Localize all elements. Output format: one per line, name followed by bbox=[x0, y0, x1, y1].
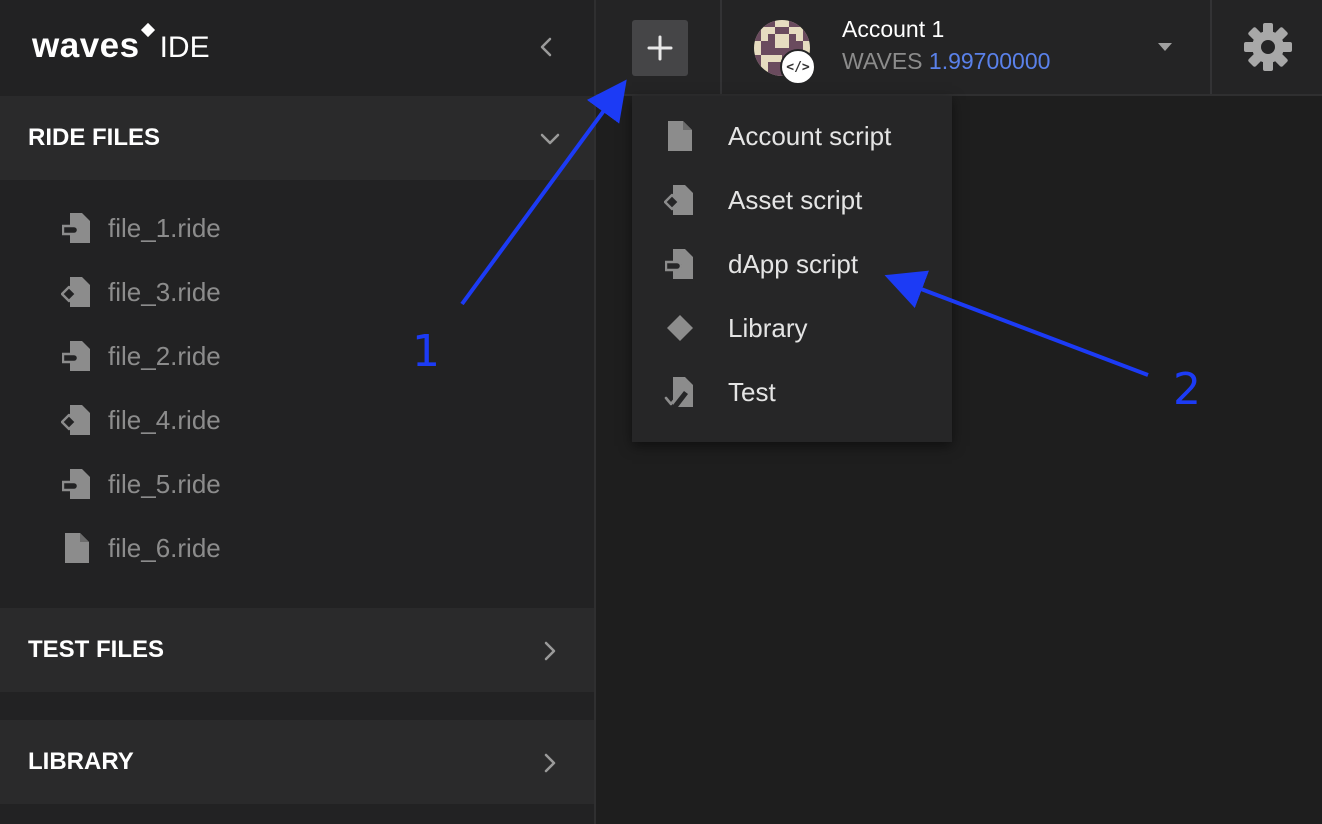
chevron-right-icon bbox=[537, 750, 563, 776]
toolbar-divider bbox=[1210, 0, 1212, 94]
menu-item-label: Library bbox=[728, 312, 808, 343]
menu-item-test[interactable]: Test bbox=[632, 362, 952, 422]
section-title: LIBRARY bbox=[28, 748, 134, 775]
section-library[interactable]: LIBRARY bbox=[0, 720, 594, 804]
dapp-script-icon bbox=[662, 246, 698, 282]
file-item[interactable]: file_6.ride bbox=[0, 523, 594, 573]
file-item[interactable]: file_3.ride bbox=[0, 267, 594, 317]
section-title: TEST FILES bbox=[28, 636, 165, 663]
file-item[interactable]: file_2.ride bbox=[0, 331, 594, 381]
top-bar bbox=[596, 0, 1322, 94]
file-name: file_4.ride bbox=[108, 404, 221, 435]
sidebar-divider bbox=[594, 0, 596, 824]
file-name: file_5.ride bbox=[108, 468, 221, 499]
account-script-icon bbox=[662, 118, 698, 154]
asset-script-icon bbox=[60, 403, 94, 437]
dapp-script-icon bbox=[60, 467, 94, 501]
section-test-files[interactable]: TEST FILES bbox=[0, 608, 594, 692]
chevron-down-icon bbox=[537, 126, 563, 152]
waves-ide-logo: waves IDE bbox=[32, 22, 210, 70]
chevron-right-icon bbox=[537, 638, 563, 664]
logo-diamond-icon bbox=[140, 22, 155, 38]
menu-item-label: dApp script bbox=[728, 248, 859, 279]
file-item[interactable]: file_4.ride bbox=[0, 395, 594, 445]
asset-script-icon bbox=[662, 182, 698, 218]
collapse-sidebar-button[interactable] bbox=[533, 30, 559, 64]
file-item[interactable]: file_5.ride bbox=[0, 459, 594, 509]
file-name: file_3.ride bbox=[108, 276, 221, 307]
caret-down-icon bbox=[1158, 43, 1172, 51]
dapp-script-icon bbox=[60, 339, 94, 373]
account-currency: WAVES bbox=[842, 48, 923, 74]
file-name: file_2.ride bbox=[108, 340, 221, 371]
menu-item-asset-script[interactable]: Asset script bbox=[632, 170, 952, 230]
account-balance-line: WAVES 1.99700000 bbox=[842, 48, 1050, 75]
logo-product: IDE bbox=[159, 31, 210, 64]
menu-item-account-script[interactable]: Account script bbox=[632, 106, 952, 166]
file-item[interactable]: file_1.ride bbox=[0, 203, 594, 253]
plus-icon bbox=[647, 35, 673, 61]
new-file-menu: Account script Asset script dApp script … bbox=[632, 96, 952, 442]
menu-item-label: Test bbox=[728, 376, 776, 407]
menu-item-dapp-script[interactable]: dApp script bbox=[632, 234, 952, 294]
toolbar-divider bbox=[720, 0, 722, 94]
asset-script-icon bbox=[60, 275, 94, 309]
file-name: file_1.ride bbox=[108, 212, 221, 243]
library-diamond-icon bbox=[662, 310, 698, 346]
account-balance: 1.99700000 bbox=[928, 48, 1051, 74]
account-script-icon bbox=[60, 531, 94, 565]
account-name[interactable]: Account 1 bbox=[842, 16, 944, 43]
account-script-badge: </> bbox=[780, 49, 816, 85]
test-script-icon bbox=[662, 374, 698, 410]
annotation-number-2: 2 bbox=[1173, 364, 1201, 415]
menu-item-label: Account script bbox=[728, 120, 892, 151]
add-new-file-button[interactable] bbox=[632, 20, 688, 76]
menu-item-library[interactable]: Library bbox=[632, 298, 952, 358]
gear-icon bbox=[1244, 23, 1292, 71]
dapp-script-icon bbox=[60, 211, 94, 245]
menu-item-label: Asset script bbox=[728, 184, 863, 215]
section-title: RIDE FILES bbox=[28, 124, 161, 151]
settings-button[interactable] bbox=[1243, 22, 1293, 72]
file-name: file_6.ride bbox=[108, 532, 221, 563]
chevron-left-icon bbox=[540, 37, 552, 57]
section-ride-files[interactable]: RIDE FILES bbox=[0, 96, 594, 180]
logo-brand: waves bbox=[32, 26, 140, 65]
annotation-number-1: 1 bbox=[412, 326, 440, 377]
account-dropdown-toggle[interactable] bbox=[1156, 40, 1174, 54]
